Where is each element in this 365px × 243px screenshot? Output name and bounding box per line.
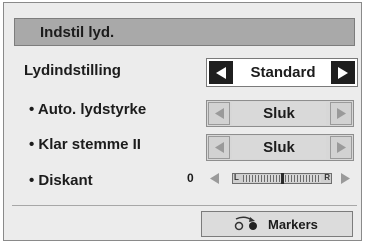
sound-mode-value: Standard bbox=[250, 64, 316, 81]
treble-value: 0 bbox=[187, 171, 194, 185]
left-arrow-icon bbox=[214, 108, 224, 119]
clear-voice-prev-button[interactable] bbox=[208, 136, 230, 159]
markers-label: Markers bbox=[268, 217, 318, 232]
clear-voice-next-button[interactable] bbox=[330, 136, 352, 159]
sound-mode-selector[interactable]: Standard bbox=[206, 58, 358, 87]
slider-right-label: R bbox=[324, 173, 330, 182]
slider-left-label: L bbox=[234, 173, 239, 182]
auto-volume-prev-button[interactable] bbox=[208, 102, 230, 125]
right-arrow-icon bbox=[336, 142, 346, 153]
sound-mode-prev-button[interactable] bbox=[209, 61, 233, 84]
sound-mode-next-button[interactable] bbox=[331, 61, 355, 84]
treble-slider[interactable]: L R bbox=[232, 173, 332, 184]
markers-icon bbox=[234, 216, 257, 231]
window-title: Indstil lyd. bbox=[40, 24, 115, 41]
sound-mode-label: Lydindstilling bbox=[24, 62, 121, 79]
right-arrow-icon bbox=[336, 108, 346, 119]
treble-increase-icon[interactable] bbox=[341, 173, 350, 184]
auto-volume-next-button[interactable] bbox=[330, 102, 352, 125]
treble-label: • Diskant bbox=[29, 172, 93, 189]
clear-voice-selector[interactable]: Sluk bbox=[206, 134, 354, 161]
auto-volume-selector[interactable]: Sluk bbox=[206, 100, 354, 127]
left-arrow-icon bbox=[216, 66, 226, 79]
slider-thumb[interactable] bbox=[281, 173, 284, 184]
treble-decrease-icon[interactable] bbox=[210, 173, 219, 184]
right-arrow-icon bbox=[338, 66, 348, 79]
auto-volume-label: • Auto. lydstyrke bbox=[29, 101, 147, 118]
clear-voice-label: • Klar stemme II bbox=[29, 136, 141, 153]
clear-voice-value: Sluk bbox=[232, 136, 326, 159]
left-arrow-icon bbox=[214, 142, 224, 153]
divider bbox=[12, 205, 357, 206]
sound-settings-panel: Indstil lyd. Lydindstilling Standard • A… bbox=[3, 2, 362, 241]
title-bar: Indstil lyd. bbox=[14, 18, 355, 46]
markers-button[interactable]: Markers bbox=[201, 211, 353, 237]
auto-volume-value: Sluk bbox=[232, 102, 326, 125]
